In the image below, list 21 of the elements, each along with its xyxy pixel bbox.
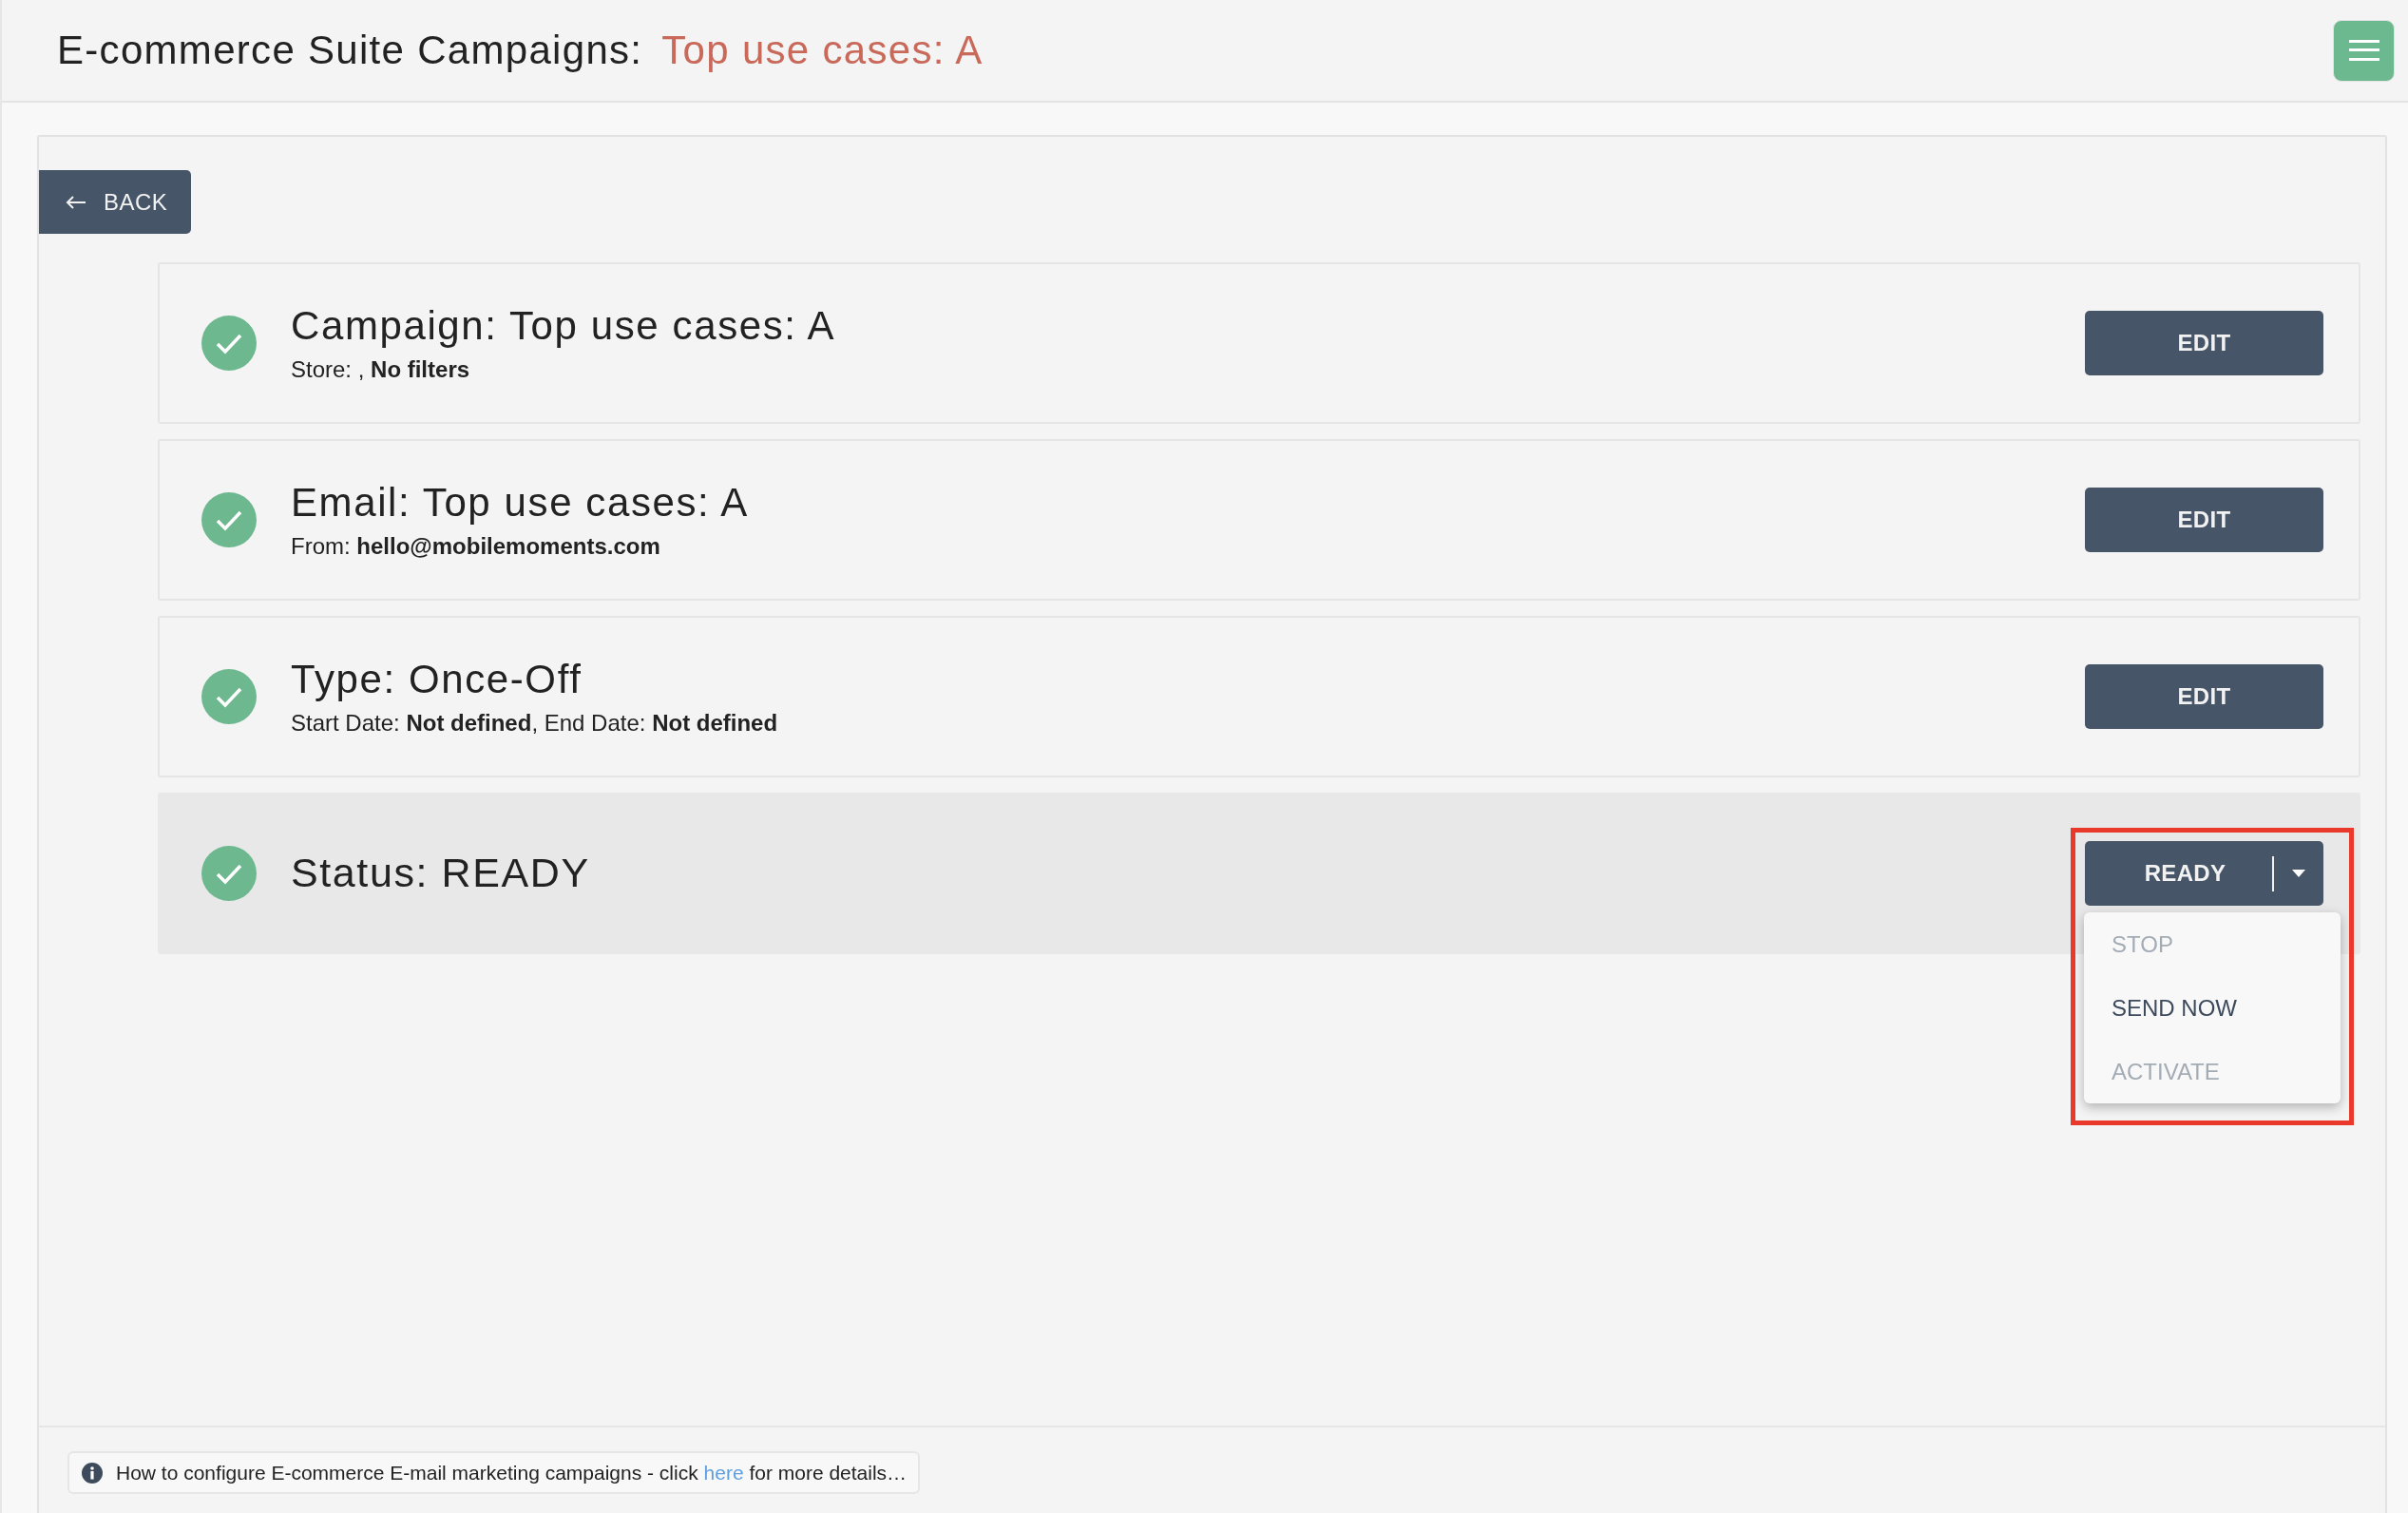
menu-item[interactable]: SEND NOW (2084, 976, 2341, 1040)
page-title: E-commerce Suite Campaigns: (57, 28, 643, 73)
status-dropdown-button[interactable]: READY (2085, 841, 2323, 906)
edit-button[interactable]: EDIT (2085, 311, 2323, 375)
menu-icon (2348, 40, 2379, 61)
step-title: Campaign: Top use cases: A (291, 302, 837, 350)
step-title: Email: Top use cases: A (291, 479, 750, 527)
edit-button[interactable]: EDIT (2085, 664, 2323, 729)
caret-icon (2292, 870, 2305, 877)
info-icon (82, 1462, 103, 1484)
step-detail: Store: , No filters (291, 356, 471, 384)
help-text: How to configure E-commerce E-mail marketing campaigns - click here for more details… (116, 1461, 908, 1484)
step-title: Status: READY (291, 850, 591, 897)
campaign-name: Top use cases: A (661, 28, 984, 73)
back-button[interactable]: BACK (39, 170, 191, 234)
step-detail: From: hello@mobilemoments.com (291, 533, 661, 561)
menu-button[interactable] (2333, 19, 2395, 82)
arrow-left-icon (66, 194, 86, 210)
step-title: Type: Once-Off (291, 656, 583, 703)
step-detail: Start Date: Not defined, End Date: Not defined (291, 710, 779, 737)
edit-button[interactable]: EDIT (2085, 488, 2323, 552)
